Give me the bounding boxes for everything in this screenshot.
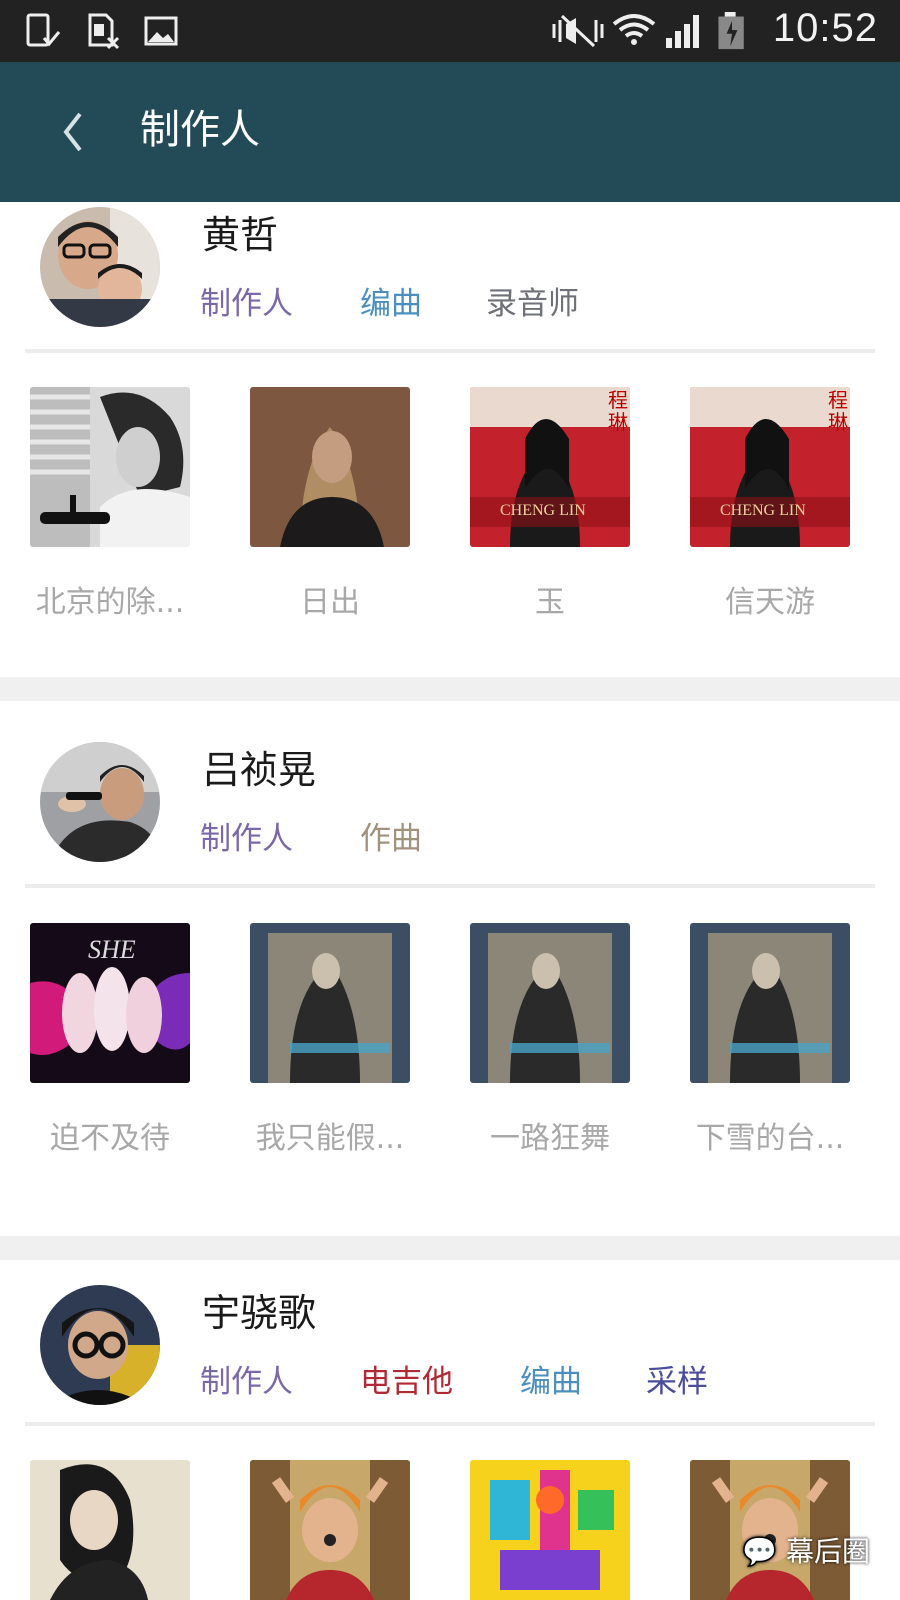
album-cover: CHENG LIN 程 琳 (690, 387, 850, 547)
album-item[interactable]: 一路狂舞 (470, 923, 630, 1157)
svg-text:CHENG LIN: CHENG LIN (720, 502, 806, 519)
producer-name: 吕祯晃 (202, 748, 317, 792)
image-icon (144, 16, 178, 46)
album-item[interactable]: SHE 迫不及待 (30, 923, 190, 1157)
role-tag[interactable]: 作曲 (360, 813, 422, 858)
role-tag[interactable]: 采样 (646, 1356, 708, 1401)
album-item[interactable]: 北京的除... (30, 387, 190, 621)
section-gap (0, 1236, 900, 1260)
album-title: 北京的除... (35, 585, 185, 620)
album-cover (30, 387, 190, 547)
producer-name: 宇骁歌 (202, 1291, 317, 1335)
divider (25, 1422, 875, 1426)
phone-check-icon (26, 13, 61, 47)
section-gap (0, 677, 900, 701)
album-title: 日出 (300, 585, 360, 620)
wechat-icon: 💬 (742, 1535, 778, 1568)
album-item[interactable]: CHENG LIN 程 琳 信天游 (690, 387, 850, 621)
producer-card: 黄哲 制作人 编曲 录音师 北京的除... 日出 CHENG LIN 程 琳 玉… (0, 202, 900, 677)
page-title: 制作人 (140, 107, 260, 153)
producer-name: 黄哲 (202, 213, 279, 257)
role-tag[interactable]: 编曲 (360, 278, 422, 323)
signal-icon (666, 15, 699, 48)
album-item[interactable] (250, 1460, 410, 1600)
album-title: 我只能假... (255, 1121, 405, 1156)
album-item[interactable]: 我只能假... (250, 923, 410, 1157)
producer-card: 吕祯晃 制作人 作曲 SHE 迫不及待 我只能假... 一路狂舞 下雪的台... (0, 701, 900, 1214)
svg-text:琳: 琳 (608, 410, 628, 434)
producer-list[interactable]: 黄哲 制作人 编曲 录音师 北京的除... 日出 CHENG LIN 程 琳 玉… (0, 202, 900, 1600)
sim-blocked-icon (88, 13, 120, 50)
album-item[interactable]: CHENG LIN 程 琳 玉 (470, 387, 630, 621)
role-tag[interactable]: 制作人 (200, 1356, 293, 1401)
album-cover (470, 923, 630, 1083)
album-item[interactable]: 日出 (250, 387, 410, 621)
chevron-left-icon[interactable] (50, 102, 100, 162)
album-cover (470, 1460, 630, 1600)
album-cover: CHENG LIN 程 琳 (470, 387, 630, 547)
role-tag[interactable]: 电吉他 (360, 1356, 453, 1401)
battery-icon (718, 12, 744, 50)
svg-text:琳: 琳 (828, 410, 848, 434)
album-cover (250, 923, 410, 1083)
avatar[interactable] (40, 207, 160, 327)
role-tag[interactable]: 制作人 (200, 813, 293, 858)
album-cover (30, 1460, 190, 1600)
album-title: 玉 (535, 585, 565, 620)
role-tag[interactable]: 编曲 (520, 1356, 582, 1401)
album-item[interactable]: 下雪的台... (690, 923, 850, 1157)
watermark: 💬 幕后圈 (742, 1530, 870, 1570)
svg-text:SHE: SHE (88, 935, 136, 964)
role-tag[interactable]: 录音师 (486, 278, 579, 323)
album-item[interactable] (30, 1460, 190, 1600)
status-time: 10:52 (772, 6, 878, 50)
divider (25, 349, 875, 353)
avatar[interactable] (40, 1285, 160, 1405)
vibrate-mute-icon (552, 14, 604, 48)
status-bar: 10:52 (0, 0, 900, 62)
album-title: 下雪的台... (695, 1121, 845, 1156)
watermark-text: 幕后圈 (785, 1535, 870, 1568)
album-item[interactable] (470, 1460, 630, 1600)
wifi-icon (612, 14, 656, 45)
album-title: 信天游 (725, 585, 815, 620)
avatar[interactable] (40, 742, 160, 862)
svg-text:程: 程 (608, 388, 628, 412)
divider (25, 884, 875, 888)
svg-text:程: 程 (828, 388, 848, 412)
album-title: 迫不及待 (50, 1121, 170, 1156)
album-cover (690, 923, 850, 1083)
role-tag[interactable]: 制作人 (200, 278, 293, 323)
album-cover (250, 387, 410, 547)
album-cover: SHE (30, 923, 190, 1083)
app-bar: 制作人 (0, 62, 900, 202)
album-title: 一路狂舞 (490, 1121, 610, 1156)
svg-text:CHENG LIN: CHENG LIN (500, 502, 586, 519)
album-cover (250, 1460, 410, 1600)
